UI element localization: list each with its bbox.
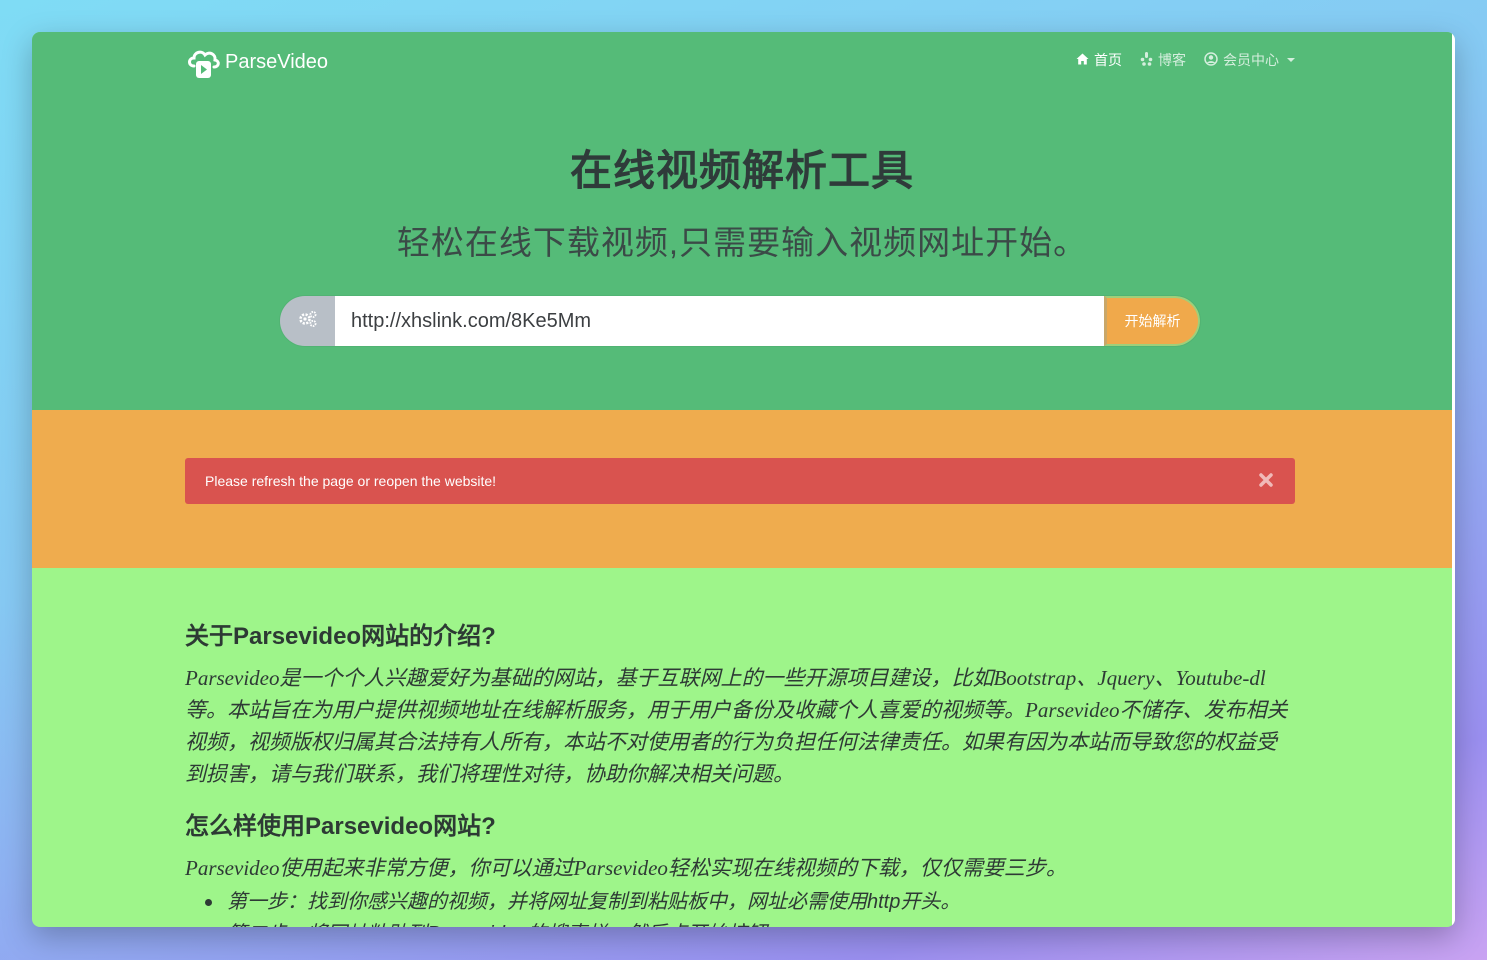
- nav-links: 首页 博客: [1076, 50, 1295, 70]
- gears-icon: [298, 310, 318, 333]
- alert-message: Please refresh the page or reopen the we…: [205, 473, 496, 489]
- home-icon: [1076, 52, 1089, 68]
- yelp-icon: [1140, 52, 1153, 69]
- nav-item-home[interactable]: 首页: [1076, 50, 1122, 70]
- hero-section: ParseVideo 首页: [32, 32, 1452, 410]
- usage-heading: 怎么样使用Parsevideo网站?: [185, 806, 496, 841]
- search-addon: [280, 296, 335, 346]
- navbar: ParseVideo 首页: [185, 42, 1295, 82]
- list-item: 第一步：找到你感兴趣的视频，并将网址复制到粘贴板中，网址必需使用http开头。: [205, 886, 960, 918]
- error-alert: Please refresh the page or reopen the we…: [185, 458, 1295, 504]
- chevron-down-icon: [1287, 58, 1295, 62]
- steps-list: 第一步：找到你感兴趣的视频，并将网址复制到粘贴板中，网址必需使用http开头。 …: [205, 886, 960, 927]
- close-icon[interactable]: [1257, 471, 1275, 489]
- usage-paragraph: Parsevideo使用起来非常方便，你可以通过Parsevideo轻松实现在线…: [185, 852, 1295, 884]
- nav-home-label: 首页: [1094, 50, 1122, 70]
- browser-window: ParseVideo 首页: [32, 32, 1455, 927]
- brand-link[interactable]: ParseVideo: [185, 42, 328, 82]
- alert-band: Please refresh the page or reopen the we…: [32, 410, 1452, 568]
- start-parse-button[interactable]: 开始解析: [1104, 296, 1200, 346]
- intro-heading: 关于Parsevideo网站的介绍?: [185, 616, 496, 651]
- nav-item-member[interactable]: 会员中心: [1204, 50, 1295, 70]
- scrollbar[interactable]: [1452, 32, 1455, 927]
- page-subtitle: 轻松在线下载视频,只需要输入视频网址开始。: [32, 216, 1452, 264]
- nav-blog-label: 博客: [1158, 50, 1186, 70]
- page-title: 在线视频解析工具: [32, 137, 1452, 198]
- nav-member-label: 会员中心: [1223, 50, 1279, 70]
- intro-paragraph: Parsevideo是一个个人兴趣爱好为基础的网站，基于互联网上的一些开源项目建…: [185, 662, 1295, 790]
- user-circle-icon: [1204, 52, 1218, 69]
- url-search-form: 开始解析: [280, 296, 1200, 346]
- video-url-input[interactable]: [335, 296, 1104, 346]
- list-item: 第二步：将网址粘贴到Parsevideo的搜索栏，然后点开始按钮。: [205, 918, 960, 927]
- brand-name: ParseVideo: [225, 51, 328, 74]
- nav-item-blog[interactable]: 博客: [1140, 50, 1186, 70]
- cloud-play-logo-icon: [185, 44, 221, 80]
